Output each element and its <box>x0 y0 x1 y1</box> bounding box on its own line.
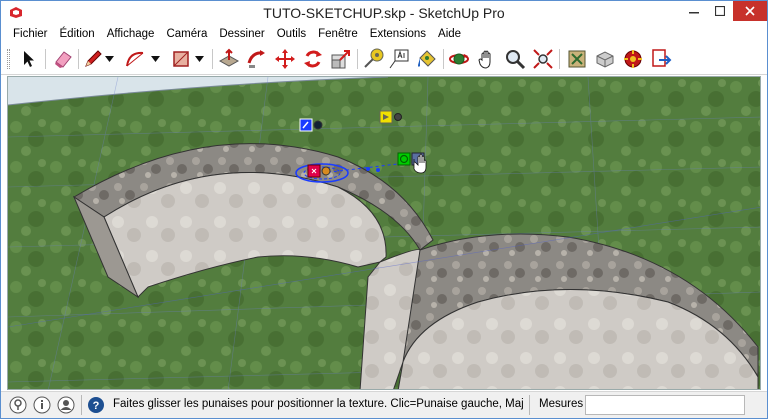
status-message: Faites glisser les punaises pour positio… <box>113 398 523 410</box>
zoom-tool-button[interactable] <box>503 47 527 71</box>
arc-dropdown-button[interactable] <box>149 47 161 71</box>
rectangle-icon <box>173 51 189 67</box>
toolbar-separator <box>559 49 560 69</box>
send-to-layout-icon <box>652 49 672 67</box>
toolbar-separator <box>357 49 358 69</box>
title-bar[interactable]: TUTO-SKETCHUP.skp - SketchUp Pro <box>1 1 767 25</box>
rotate-icon <box>304 50 322 68</box>
push-pull-icon <box>218 48 240 67</box>
minimize-icon <box>689 12 699 14</box>
arc-tool-button[interactable] <box>123 47 147 71</box>
select-icon <box>24 51 34 67</box>
extension-warehouse-tool-button[interactable] <box>621 47 645 71</box>
pan-icon <box>478 50 491 69</box>
measures-label: Mesures <box>539 398 584 410</box>
text-tool-button[interactable] <box>387 47 411 71</box>
pencil-dropdown-button[interactable] <box>103 47 115 71</box>
toolbar-grip[interactable] <box>7 49 10 69</box>
chevron-down-icon <box>104 56 114 62</box>
maximize-button[interactable] <box>707 1 733 21</box>
measures-input[interactable] <box>585 395 745 415</box>
green-pin-scale-rotate-icon[interactable] <box>397 152 411 166</box>
geo-location-icon[interactable] <box>9 396 27 414</box>
user-account-icon[interactable] <box>57 396 75 414</box>
menu-fichier[interactable]: Fichier <box>7 28 54 40</box>
status-bar: ? Faites glisser les punaises pour posit… <box>1 391 767 418</box>
menu-fenetre[interactable]: Fenêtre <box>312 28 364 40</box>
scale-icon <box>331 50 350 69</box>
warehouse-icon <box>568 50 586 68</box>
menu-camera[interactable]: Caméra <box>160 28 213 40</box>
minimize-button[interactable] <box>681 1 707 21</box>
warehouse-tool-button[interactable] <box>565 47 589 71</box>
red-pin-icon[interactable] <box>321 166 331 176</box>
blue-pin-icon[interactable] <box>313 120 323 130</box>
chevron-down-icon <box>194 56 204 62</box>
menu-edition[interactable]: Édition <box>54 28 101 40</box>
toolbar-separator <box>78 49 79 69</box>
orbit-icon <box>449 53 469 65</box>
credits-info-icon[interactable] <box>33 396 51 414</box>
rotate-tool-button[interactable] <box>301 47 325 71</box>
move-icon <box>275 49 295 69</box>
status-divider <box>529 395 530 415</box>
menu-outils[interactable]: Outils <box>271 28 312 40</box>
main-toolbar <box>1 43 767 75</box>
status-divider <box>81 395 82 415</box>
components-icon <box>596 51 614 68</box>
eraser-tool-button[interactable] <box>51 47 75 71</box>
rectangle-tool-button[interactable] <box>169 47 193 71</box>
yellow-pin-icon[interactable] <box>394 113 402 121</box>
chevron-down-icon <box>150 56 160 62</box>
follow-me-icon <box>247 50 265 68</box>
paint-bucket-icon <box>418 50 436 67</box>
send-to-layout-tool-button[interactable] <box>649 47 673 71</box>
extension-warehouse-icon <box>624 50 642 68</box>
toolbar-separator <box>443 49 444 69</box>
menu-dessiner[interactable]: Dessiner <box>213 28 270 40</box>
menu-bar: Fichier Édition Affichage Caméra Dessine… <box>1 25 767 43</box>
texture-guide-dot <box>366 167 370 171</box>
paint-bucket-tool-button[interactable] <box>415 47 439 71</box>
scene-canvas[interactable] <box>8 77 761 390</box>
move-tool-button[interactable] <box>273 47 297 71</box>
close-icon <box>745 6 755 16</box>
toolbar-separator <box>45 49 46 69</box>
text-icon <box>389 49 409 69</box>
tape-measure-icon <box>364 48 384 68</box>
pan-tool-button[interactable] <box>475 47 499 71</box>
pencil-icon <box>85 50 102 67</box>
components-tool-button[interactable] <box>593 47 617 71</box>
help-icon[interactable]: ? <box>87 396 105 414</box>
menu-affichage[interactable]: Affichage <box>101 28 161 40</box>
zoom-icon <box>506 50 526 70</box>
menu-extensions[interactable]: Extensions <box>364 28 432 40</box>
orbit-tool-button[interactable] <box>447 47 471 71</box>
menu-aide[interactable]: Aide <box>432 28 467 40</box>
svg-text:?: ? <box>93 400 100 412</box>
pencil-tool-button[interactable] <box>81 47 105 71</box>
maximize-icon <box>715 6 725 16</box>
follow-me-tool-button[interactable] <box>245 47 269 71</box>
tape-measure-tool-button[interactable] <box>361 47 385 71</box>
toolbar-separator <box>212 49 213 69</box>
scale-tool-button[interactable] <box>329 47 353 71</box>
select-tool-button[interactable] <box>17 47 41 71</box>
zoom-extents-icon <box>533 49 553 69</box>
close-button[interactable] <box>733 1 767 21</box>
window-title: TUTO-SKETCHUP.skp - SketchUp Pro <box>263 5 505 21</box>
arc-icon <box>126 51 144 67</box>
texture-guide-dot <box>376 168 380 172</box>
push-pull-tool-button[interactable] <box>217 47 241 71</box>
zoom-extents-tool-button[interactable] <box>531 47 555 71</box>
eraser-icon <box>55 51 72 68</box>
app-window: TUTO-SKETCHUP.skp - SketchUp Pro Fichier… <box>0 0 768 419</box>
modeling-viewport[interactable] <box>7 76 761 390</box>
shapes-dropdown-button[interactable] <box>193 47 205 71</box>
